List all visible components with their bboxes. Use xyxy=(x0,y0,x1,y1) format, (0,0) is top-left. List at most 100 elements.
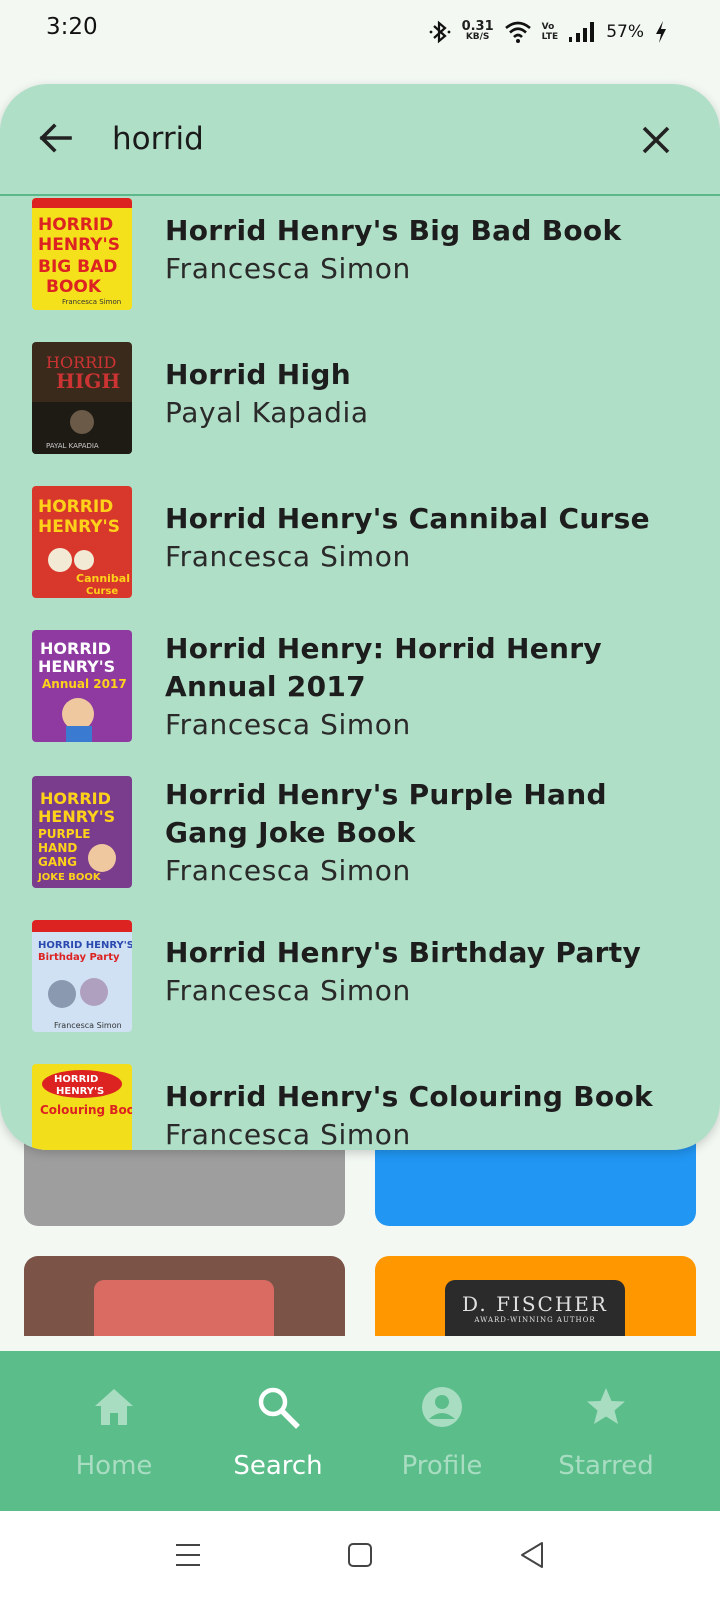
net-speed-value: 0.31 xyxy=(461,19,494,34)
square-icon xyxy=(348,1543,372,1567)
result-title: Horrid Henry: Horrid Henry Annual 2017 xyxy=(165,632,602,703)
menu-icon xyxy=(176,1544,200,1566)
triangle-back-icon xyxy=(521,1542,543,1568)
book-card[interactable] xyxy=(24,1256,345,1336)
result-title: Horrid Henry's Birthday Party xyxy=(165,936,642,969)
svg-text:BOOK: BOOK xyxy=(46,277,102,297)
nav-item-search[interactable]: Search xyxy=(188,1351,368,1511)
charging-icon xyxy=(656,21,666,43)
volte-bottom: LTE xyxy=(541,32,559,42)
search-result-item[interactable]: HORRID HENRY'S BIG BAD BOOK Francesca Si… xyxy=(0,198,720,338)
cover-author-text: D. FISCHER xyxy=(462,1292,608,1316)
net-speed-unit: KB/S xyxy=(465,32,490,42)
search-icon xyxy=(258,1387,300,1429)
recent-apps-button[interactable] xyxy=(166,1533,210,1577)
search-result-item[interactable]: HORRID HENRY'S Birthday Party Francesca … xyxy=(0,920,720,1060)
svg-text:HENRY'S: HENRY'S xyxy=(38,807,115,826)
svg-text:GANG: GANG xyxy=(38,855,77,869)
status-time: 3:20 xyxy=(46,14,98,40)
search-result-item[interactable]: HORRID HENRY'S Annual 2017 Horrid Henry:… xyxy=(0,630,720,770)
svg-text:Cannibal: Cannibal xyxy=(76,572,130,585)
book-cover-image: HORRID HIGH PAYAL KAPADIA xyxy=(32,342,132,454)
svg-text:HIGH: HIGH xyxy=(56,369,120,393)
book-cover-image: HORRID HENRY'S Birthday Party Francesca … xyxy=(32,920,132,1032)
book-cover-image: HORRID HENRY'S PURPLE HAND GANG JOKE BOO… xyxy=(32,776,132,888)
status-icons: 0.31 KB/S Vo LTE 57% xyxy=(428,16,668,48)
svg-text:PAYAL KAPADIA: PAYAL KAPADIA xyxy=(46,442,99,450)
book-cover-image: HORRID HENRY'S Cannibal Curse xyxy=(32,486,132,598)
book-thumbnail: HORRID HENRY'S PURPLE HAND GANG JOKE BOO… xyxy=(32,776,132,888)
wifi-icon xyxy=(504,21,531,43)
search-panel: HORRID HENRY'S BIG BAD BOOK Francesca Si… xyxy=(0,84,720,1150)
svg-text:HENRY'S: HENRY'S xyxy=(56,1086,104,1097)
search-bar xyxy=(0,84,720,196)
svg-text:HENRY'S: HENRY'S xyxy=(38,235,120,255)
svg-text:Colouring Book: Colouring Book xyxy=(40,1103,132,1117)
book-thumbnail: HORRID HENRY'S Colouring Book xyxy=(32,1064,132,1150)
result-author: Francesca Simon xyxy=(165,252,411,285)
star-icon xyxy=(587,1388,625,1424)
home-icon xyxy=(95,1389,133,1425)
book-cover-image: HORRID HENRY'S BIG BAD BOOK Francesca Si… xyxy=(32,198,132,310)
result-title: Horrid Henry's Purple Hand Gang Joke Boo… xyxy=(165,778,607,849)
svg-text:PURPLE: PURPLE xyxy=(38,827,90,841)
search-input[interactable] xyxy=(112,114,612,164)
search-result-item[interactable]: HORRID HENRY'S Cannibal Curse Horrid Hen… xyxy=(0,486,720,626)
result-text: Horrid Henry's Purple Hand Gang Joke Boo… xyxy=(165,776,680,890)
book-cover-image: HORRID HENRY'S Annual 2017 xyxy=(32,630,132,742)
book-card[interactable]: D. FISCHER AWARD-WINNING AUTHOR xyxy=(375,1256,696,1336)
home-button[interactable] xyxy=(338,1533,382,1577)
battery-level: 57% xyxy=(606,22,644,42)
svg-text:HENRY'S: HENRY'S xyxy=(38,517,120,537)
svg-text:HORRID: HORRID xyxy=(40,789,111,808)
back-system-button[interactable] xyxy=(510,1533,554,1577)
svg-text:HENRY'S: HENRY'S xyxy=(38,657,115,676)
result-author: Francesca Simon xyxy=(165,854,411,887)
result-text: Horrid Henry's Cannibal Curse Francesca … xyxy=(165,500,680,576)
volte-top: Vo xyxy=(541,22,555,32)
cover-subtext: AWARD-WINNING AUTHOR xyxy=(474,1316,596,1324)
result-author: Payal Kapadia xyxy=(165,396,369,429)
search-result-item[interactable]: HORRID HENRY'S Colouring Book Horrid Hen… xyxy=(0,1064,720,1150)
svg-text:HORRID: HORRID xyxy=(40,639,111,658)
result-author: Francesca Simon xyxy=(165,540,411,573)
back-button[interactable] xyxy=(36,118,76,158)
svg-text:Francesca Simon: Francesca Simon xyxy=(54,1021,122,1030)
nav-label-home: Home xyxy=(75,1451,153,1481)
result-author: Francesca Simon xyxy=(165,974,411,1007)
result-text: Horrid Henry's Big Bad Book Francesca Si… xyxy=(165,212,680,288)
search-result-item[interactable]: HORRID HENRY'S PURPLE HAND GANG JOKE BOO… xyxy=(0,776,720,916)
arrow-back-icon xyxy=(39,123,72,153)
nav-item-starred[interactable]: Starred xyxy=(516,1351,696,1511)
volte-indicator: Vo LTE xyxy=(542,22,559,42)
nav-label-profile: Profile xyxy=(401,1451,483,1481)
svg-text:Annual 2017: Annual 2017 xyxy=(42,677,127,691)
signal-icon xyxy=(569,22,595,42)
book-thumbnail: HORRID HENRY'S BIG BAD BOOK Francesca Si… xyxy=(32,198,132,310)
book-cover xyxy=(94,1280,274,1336)
result-text: Horrid Henry's Colouring Book Francesca … xyxy=(165,1078,680,1150)
svg-text:HAND: HAND xyxy=(38,841,77,855)
book-thumbnail: HORRID HENRY'S Cannibal Curse xyxy=(32,486,132,598)
book-cover-image: HORRID HENRY'S Colouring Book xyxy=(32,1064,132,1150)
svg-text:JOKE BOOK: JOKE BOOK xyxy=(37,872,102,883)
nav-item-profile[interactable]: Profile xyxy=(352,1351,532,1511)
result-author: Francesca Simon xyxy=(165,1118,411,1150)
search-result-item[interactable]: HORRID HIGH PAYAL KAPADIA Horrid High Pa… xyxy=(0,342,720,482)
result-title: Horrid High xyxy=(165,358,351,391)
svg-text:BIG BAD: BIG BAD xyxy=(38,257,117,277)
book-cover: D. FISCHER AWARD-WINNING AUTHOR xyxy=(445,1280,625,1336)
svg-text:Birthday Party: Birthday Party xyxy=(38,952,120,963)
book-thumbnail: HORRID HIGH PAYAL KAPADIA xyxy=(32,342,132,454)
result-title: Horrid Henry's Big Bad Book xyxy=(165,214,622,247)
close-icon xyxy=(642,126,670,154)
nav-label-starred: Starred xyxy=(558,1451,654,1481)
svg-text:HORRID HENRY'S: HORRID HENRY'S xyxy=(38,940,132,951)
profile-icon xyxy=(422,1387,462,1427)
svg-text:HORRID: HORRID xyxy=(54,1074,98,1085)
nav-item-home[interactable]: Home xyxy=(24,1351,204,1511)
bluetooth-icon xyxy=(429,20,450,44)
clear-button[interactable] xyxy=(636,120,676,160)
result-title: Horrid Henry's Colouring Book xyxy=(165,1080,653,1113)
result-title: Horrid Henry's Cannibal Curse xyxy=(165,502,650,535)
